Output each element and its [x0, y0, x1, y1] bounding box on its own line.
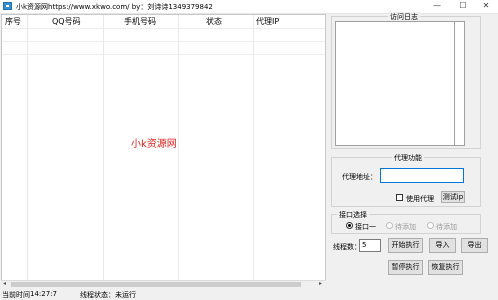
- interface-group-title: 接口选择: [337, 210, 369, 220]
- test-ip-button[interactable]: 测试ip: [441, 191, 465, 203]
- proxy-address-input[interactable]: [380, 168, 464, 183]
- thread-count-label: 线程数：: [333, 243, 361, 251]
- minimize-button[interactable]: —: [425, 0, 449, 13]
- column-divider: [178, 15, 179, 283]
- maximize-button[interactable]: ☐: [451, 0, 475, 13]
- proxy-group-title: 代理功能: [392, 153, 424, 163]
- proxy-address-label: 代理地址：: [342, 173, 377, 181]
- watermark-text: 小k资源网: [131, 139, 177, 150]
- column-header-phone[interactable]: 手机号码: [124, 16, 156, 27]
- interface-two-label: 待添加: [395, 223, 416, 231]
- horizontal-scrollbar[interactable]: ◂ ▸: [1, 280, 326, 288]
- column-divider: [27, 15, 28, 283]
- close-button[interactable]: ✕: [474, 0, 498, 13]
- access-log-scroll-area[interactable]: [455, 21, 465, 146]
- scroll-thumb[interactable]: [11, 282, 301, 287]
- account-table[interactable]: 序号 QQ号码 手机号码 状态 代理IP 小k资源网: [1, 14, 326, 284]
- use-proxy-label: 使用代理: [406, 195, 434, 203]
- interface-two-radio: [386, 222, 393, 229]
- start-button[interactable]: 开始执行: [388, 238, 423, 253]
- column-header-index[interactable]: 序号: [5, 16, 21, 27]
- import-button[interactable]: 导入: [429, 238, 456, 253]
- thread-status: 线程状态：未运行: [80, 291, 136, 299]
- app-icon: [3, 2, 12, 10]
- window-title: 小k资源网https://www.xkwo.com/ by：刘诗诗1349379…: [16, 3, 213, 11]
- table-header: 序号 QQ号码 手机号码 状态 代理IP: [2, 15, 325, 28]
- scroll-right-icon[interactable]: ▸: [319, 280, 322, 287]
- column-header-status[interactable]: 状态: [206, 16, 222, 27]
- export-button[interactable]: 导出: [461, 238, 488, 253]
- column-header-qq[interactable]: QQ号码: [52, 16, 81, 27]
- row-divider: [2, 41, 325, 42]
- column-header-proxy-ip[interactable]: 代理IP: [256, 16, 279, 27]
- interface-one-radio[interactable]: [346, 222, 353, 229]
- current-time-value: 14:27:7: [30, 290, 57, 298]
- row-divider: [2, 54, 325, 55]
- column-divider: [103, 15, 104, 283]
- use-proxy-checkbox[interactable]: [396, 194, 403, 201]
- column-divider: [253, 15, 254, 283]
- thread-count-input[interactable]: 5: [359, 239, 381, 252]
- pause-button[interactable]: 暂停执行: [388, 260, 423, 275]
- header-divider: [2, 28, 325, 29]
- status-bar: 当前时间 14:27:7 线程状态：未运行: [0, 289, 498, 300]
- resume-button[interactable]: 恢复执行: [428, 260, 463, 275]
- access-log-textarea[interactable]: [335, 21, 455, 146]
- current-time-label: 当前时间: [2, 291, 30, 299]
- scroll-left-icon[interactable]: ◂: [3, 280, 6, 287]
- title-bar: 小k资源网https://www.xkwo.com/ by：刘诗诗1349379…: [0, 0, 498, 14]
- interface-three-radio: [427, 222, 434, 229]
- interface-three-label: 待添加: [436, 223, 457, 231]
- interface-one-label: 接口一: [355, 223, 376, 231]
